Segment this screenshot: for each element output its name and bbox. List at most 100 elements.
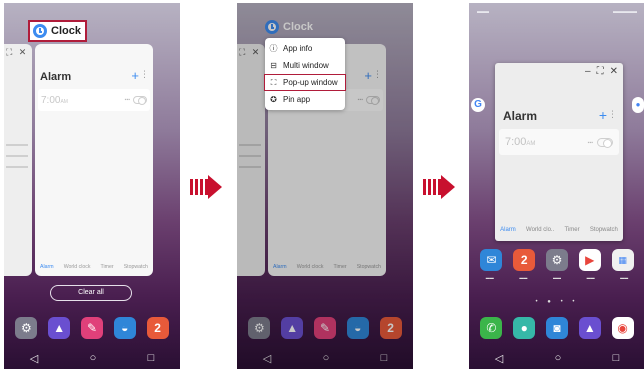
window-controls-icon: ⛶ ✕ xyxy=(6,47,29,57)
previous-app-card[interactable]: ⛶ ✕ xyxy=(4,44,32,276)
tab-world-clock[interactable]: World clock xyxy=(297,264,324,270)
tab-timer[interactable]: Timer xyxy=(564,227,579,233)
menu-item-app-info[interactable]: ⓘ App info xyxy=(265,40,345,57)
home-icon[interactable]: ○ xyxy=(555,352,562,365)
tab-stopwatch[interactable]: Stopwatch xyxy=(357,264,381,270)
multi-window-icon: ⊟ xyxy=(270,61,277,70)
google-folder-icon[interactable]: ▦ xyxy=(611,249,634,271)
maximize-icon[interactable]: ⛶ xyxy=(597,66,604,77)
tab-timer[interactable]: Timer xyxy=(101,264,114,270)
tab-alarm[interactable]: Alarm xyxy=(273,264,287,270)
google-search-icon[interactable]: G xyxy=(471,98,485,112)
more-options-icon[interactable]: ⋮ xyxy=(608,109,617,120)
alarm-row[interactable]: 7:00AM ▪▪▪ xyxy=(38,89,150,111)
play-store-icon[interactable]: ▶ xyxy=(578,249,601,271)
page-indicator: • ● • • xyxy=(535,299,579,305)
clock-app-icon xyxy=(265,20,279,34)
back-icon[interactable]: ◁ xyxy=(30,352,38,365)
pen-icon[interactable]: ✎ xyxy=(80,317,103,339)
nav-bar: ◁ ○ □ xyxy=(4,352,180,365)
nav-bar: ◁ ○ □ xyxy=(237,352,413,365)
browser-icon[interactable]: ◒ xyxy=(346,317,369,339)
calendar-icon[interactable]: 2 xyxy=(379,317,402,339)
settings-icon[interactable]: ⚙ xyxy=(248,317,271,339)
app-header[interactable]: Clock xyxy=(265,20,313,34)
more-options-icon[interactable]: ⋮ xyxy=(373,69,382,80)
tab-world-clock[interactable]: World clock xyxy=(64,264,91,270)
popup-window-icon: ⛶ xyxy=(270,77,277,87)
app-name: Clock xyxy=(51,25,81,37)
dock: ⚙ ▲ ✎ ◒ 2 xyxy=(4,317,180,339)
clock-tabs: Alarm World clock Timer Stopwatch xyxy=(268,264,386,270)
clock-tabs: Alarm World clo.. Timer Stopwatch xyxy=(495,227,623,233)
calendar-icon[interactable]: 2 xyxy=(146,317,169,339)
clock-tabs: Alarm World clock Timer Stopwatch xyxy=(35,264,153,270)
status-time-blurred: ▬▬ xyxy=(477,9,489,15)
chrome-icon[interactable]: ◉ xyxy=(611,317,634,339)
settings-icon[interactable]: ⚙ xyxy=(545,249,568,271)
add-alarm-icon[interactable]: + xyxy=(364,68,372,83)
alarm-ampm: AM xyxy=(60,99,68,105)
gallery-icon[interactable]: ▲ xyxy=(281,317,304,339)
messages-icon[interactable]: ● xyxy=(513,317,536,339)
gallery-icon[interactable]: ▲ xyxy=(578,317,601,339)
phone-icon[interactable]: ✆ xyxy=(480,317,503,339)
pen-icon[interactable]: ✎ xyxy=(313,317,336,339)
alarm-days: ▪▪▪ xyxy=(587,140,593,146)
menu-item-pin-app[interactable]: ✪ Pin app xyxy=(265,91,345,108)
alarm-toggle[interactable] xyxy=(597,138,613,148)
home-app-labels-blurred: ▬▬ ▬▬ ▬▬ ▬▬ ▬▬ xyxy=(485,275,629,280)
clock-popup-window[interactable]: – ⛶ ✕ Alarm + ⋮ 7:00AM ▪▪▪ Alarm World c… xyxy=(495,63,623,241)
status-icons-blurred: ▬▬▬▬ xyxy=(613,9,637,15)
settings-icon[interactable]: ⚙ xyxy=(15,317,38,339)
back-icon[interactable]: ◁ xyxy=(263,352,271,365)
camera-icon[interactable]: ◙ xyxy=(545,317,568,339)
home-dock: ✆ ● ◙ ▲ ◉ xyxy=(469,317,644,339)
home-icon[interactable]: ○ xyxy=(90,352,97,365)
previous-app-card[interactable]: ⛶ ✕ xyxy=(237,44,265,276)
pin-icon: ✪ xyxy=(270,95,277,104)
recents-icon[interactable]: □ xyxy=(148,352,155,365)
recents-icon[interactable]: □ xyxy=(613,352,620,365)
tab-stopwatch[interactable]: Stopwatch xyxy=(124,264,148,270)
tab-alarm[interactable]: Alarm xyxy=(500,227,516,233)
info-icon: ⓘ xyxy=(269,44,278,53)
alarm-time: 7:00 xyxy=(505,136,527,148)
back-icon[interactable]: ◁ xyxy=(495,352,503,365)
clock-app-card[interactable]: Alarm + ⋮ 7:00AM ▪▪▪ Alarm World clock T… xyxy=(35,44,153,276)
close-icon[interactable]: ✕ xyxy=(610,66,618,77)
home-app-row: ✉ 2 ⚙ ▶ ▦ xyxy=(469,249,644,271)
tab-stopwatch[interactable]: Stopwatch xyxy=(590,227,618,233)
more-options-icon[interactable]: ⋮ xyxy=(140,69,149,80)
mic-icon[interactable]: ● xyxy=(632,97,644,113)
add-alarm-icon[interactable]: + xyxy=(131,68,139,83)
email-icon[interactable]: ✉ xyxy=(480,249,503,271)
alarm-toggle[interactable] xyxy=(366,96,380,105)
tab-world-clock[interactable]: World clo.. xyxy=(526,227,554,233)
app-options-menu: ⓘ App info ⊟ Multi window ⛶ Pop-up windo… xyxy=(264,38,346,110)
app-header[interactable]: Clock xyxy=(28,20,87,42)
phone-screen-recents: ⛶ ✕ Clock Alarm + ⋮ 7:00AM ▪▪▪ Alarm Wor… xyxy=(4,3,180,369)
nav-bar: ◁ ○ □ xyxy=(469,352,644,365)
recents-icon[interactable]: □ xyxy=(381,352,388,365)
add-alarm-icon[interactable]: + xyxy=(599,107,607,123)
tab-timer[interactable]: Timer xyxy=(334,264,347,270)
dock: ⚙ ▲ ✎ ◒ 2 xyxy=(237,317,413,339)
clear-all-button[interactable]: Clear all xyxy=(50,285,132,301)
alarm-row[interactable]: 7:00AM ▪▪▪ xyxy=(499,129,619,155)
menu-item-popup-window[interactable]: ⛶ Pop-up window xyxy=(264,74,346,91)
window-controls-icon: ⛶ ✕ xyxy=(239,47,262,57)
alarm-time: 7:00 xyxy=(41,95,61,106)
tab-alarm[interactable]: Alarm xyxy=(40,264,54,270)
card-title: Alarm xyxy=(40,71,72,83)
phone-screen-home-popup: ▬▬ ▬▬▬▬ G ● – ⛶ ✕ Alarm + ⋮ 7:00AM ▪▪▪ A… xyxy=(469,3,644,369)
minimize-icon[interactable]: – xyxy=(585,66,591,77)
menu-item-multi-window[interactable]: ⊟ Multi window xyxy=(265,57,345,74)
calendar-icon[interactable]: 2 xyxy=(513,249,536,271)
alarm-days: ▪▪▪ xyxy=(357,97,363,103)
browser-icon[interactable]: ◒ xyxy=(113,317,136,339)
app-name: Clock xyxy=(283,21,313,33)
alarm-toggle[interactable] xyxy=(133,96,147,105)
gallery-icon[interactable]: ▲ xyxy=(48,317,71,339)
home-icon[interactable]: ○ xyxy=(323,352,330,365)
